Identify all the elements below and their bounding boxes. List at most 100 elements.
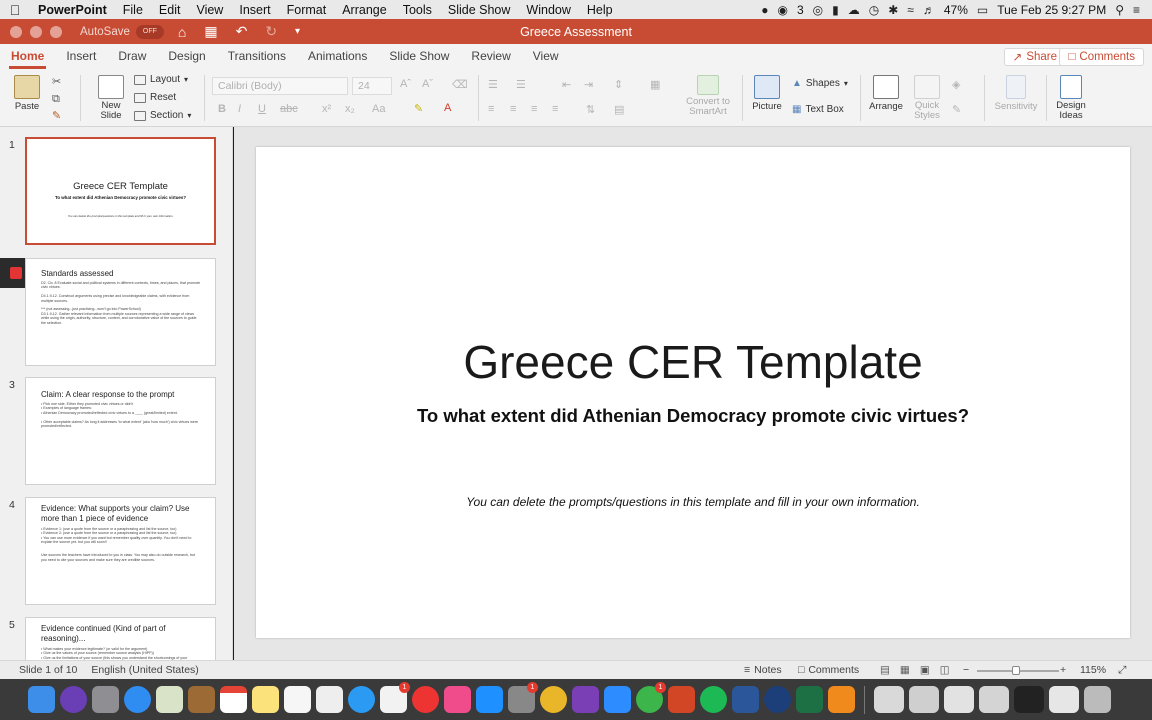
italic-icon[interactable]: I [238,103,241,115]
timemachine-icon[interactable]: ◷ [869,3,879,17]
vlc-icon[interactable] [828,686,855,713]
new-slide-button[interactable]: New Slide [92,75,130,121]
clear-formatting-icon[interactable]: ⌫ [452,78,468,91]
slide-subtitle[interactable]: To what extent did Athenian Democracy pr… [256,405,1130,427]
picture-button[interactable]: Picture [750,75,784,112]
decrease-indent-icon[interactable]: ⇤ [562,78,571,91]
slide-thumbnail-5[interactable]: Evidence continued (Kind of part of reas… [25,617,216,660]
notebook-icon[interactable] [188,686,215,713]
maps-icon[interactable] [156,686,183,713]
slide-title[interactable]: Greece CER Template [256,335,1130,389]
increase-font-icon[interactable]: Aˆ [400,78,411,90]
bullets-icon[interactable]: ☰ [488,78,498,91]
slide-sorter-view-icon[interactable]: ▦ [900,664,910,676]
zoom-in-icon[interactable]: + [1060,664,1066,676]
fit-to-window-icon[interactable]: ⤢ [1118,664,1126,677]
menu-format[interactable]: Format [279,3,335,17]
slideshow-view-icon[interactable]: ◫ [940,664,950,676]
strikethrough-icon[interactable]: abc [280,103,298,115]
tab-transitions[interactable]: Transitions [217,49,297,69]
zoom-out-icon[interactable]: − [963,664,969,676]
zoom-window-icon[interactable] [50,25,62,38]
autosave-toggle[interactable]: OFF [135,24,164,39]
excel-icon[interactable] [796,686,823,713]
change-case-icon[interactable]: Aa [372,103,385,115]
align-center-icon[interactable]: ≡ [510,103,516,115]
dock-window-thumbnail[interactable] [909,686,939,713]
tab-animations[interactable]: Animations [297,49,378,69]
font-name-field[interactable]: Calibri (Body) [212,77,348,95]
menu-tools[interactable]: Tools [395,3,440,17]
dock-window-thumbnail[interactable] [979,686,1009,713]
paste-button[interactable]: Paste [10,75,44,112]
vpn-icon[interactable]: ◎ [813,3,823,17]
minimize-window-icon[interactable] [30,25,42,38]
word-icon[interactable] [732,686,759,713]
numbering-icon[interactable]: ☰ [516,78,526,91]
align-left-icon[interactable]: ≡ [488,103,494,115]
design-ideas-button[interactable]: Design Ideas [1052,75,1090,121]
trash-icon[interactable] [1084,686,1111,713]
tab-view[interactable]: View [522,49,570,69]
shield-icon[interactable]: ▮ [832,3,839,17]
safari-icon[interactable] [124,686,151,713]
tab-design[interactable]: Design [157,49,216,69]
reset-button[interactable]: Reset [134,92,176,103]
menu-powerpoint[interactable]: PowerPoint [30,3,115,17]
slide-thumbnail-2[interactable]: Standards assessed D2. Civ. 8 Evaluate s… [25,258,216,366]
contacts-icon[interactable]: 1 [380,682,410,713]
siri-icon[interactable] [60,686,87,713]
app-store-icon[interactable] [476,686,503,713]
redo-icon[interactable]: ↻ [261,23,281,40]
copy-icon[interactable]: ⧉ [52,93,60,106]
customize-toolbar-icon[interactable]: ▾ [291,26,304,37]
menu-arrange[interactable]: Arrange [334,3,394,17]
dock-window-thumbnail[interactable] [944,686,974,713]
battery-icon[interactable]: ▭ [977,3,988,17]
dock-window-thumbnail[interactable] [1014,686,1044,713]
notes-button[interactable]: ≡ Notes [744,664,782,676]
menu-insert[interactable]: Insert [231,3,278,17]
justify-icon[interactable]: ≡ [552,103,558,115]
control-center-icon[interactable]: ≡ [1133,3,1140,17]
columns-icon[interactable]: ▦ [650,78,660,91]
notes-app-icon[interactable] [252,686,279,713]
section-button[interactable]: Section ▾ [134,110,191,121]
sensitivity-button[interactable]: Sensitivity [992,75,1040,112]
reminders-icon[interactable] [284,686,311,713]
slide-thumbnail-1[interactable]: Greece CER Template To what extent did A… [25,137,216,245]
battery-percent[interactable]: 47% [944,3,968,17]
undo-icon[interactable]: ↶ [232,23,252,40]
slide-thumbnails-pane[interactable]: 1 Greece CER Template To what extent did… [0,127,233,660]
zoom-slider-handle[interactable] [1012,666,1020,675]
line-spacing-icon[interactable]: ⇕ [614,78,623,91]
format-painter-icon[interactable]: ✎ [52,109,61,122]
normal-view-icon[interactable]: ▤ [880,664,890,676]
finder-icon[interactable] [28,686,55,713]
itunes-icon[interactable] [444,686,471,713]
subscript-icon[interactable]: x₂ [345,103,355,115]
powerpoint-icon[interactable] [668,686,695,713]
menu-edit[interactable]: Edit [151,3,189,17]
slide-thumbnail-3[interactable]: Claim: A clear response to the prompt • … [25,377,216,485]
superscript-icon[interactable]: x² [322,103,331,115]
calendar-icon[interactable] [220,686,247,713]
slide-thumbnail-4[interactable]: Evidence: What supports your claim? Use … [25,497,216,605]
menu-view[interactable]: View [188,3,231,17]
tab-insert[interactable]: Insert [55,49,107,69]
text-box-button[interactable]: ▦ Text Box [792,104,844,115]
zoom-percentage[interactable]: 115% [1080,664,1106,676]
cut-icon[interactable]: ✂ [52,75,61,88]
evernote-icon[interactable]: ● [761,3,768,17]
text-direction-icon[interactable]: ⇅ [586,103,595,116]
align-text-icon[interactable]: ▤ [614,103,624,116]
spotify-icon[interactable] [700,686,727,713]
system-preferences-icon[interactable]: 1 [508,682,538,713]
shapes-button[interactable]: ▲ Shapes ▾ [792,78,848,89]
dock-window-thumbnail[interactable] [874,686,904,713]
home-icon[interactable]: ⌂ [174,24,190,40]
close-window-icon[interactable] [10,25,22,38]
photos-icon[interactable] [316,686,343,713]
clock[interactable]: Tue Feb 25 9:27 PM [997,3,1106,17]
highlight-icon[interactable]: ✎ [414,102,423,115]
